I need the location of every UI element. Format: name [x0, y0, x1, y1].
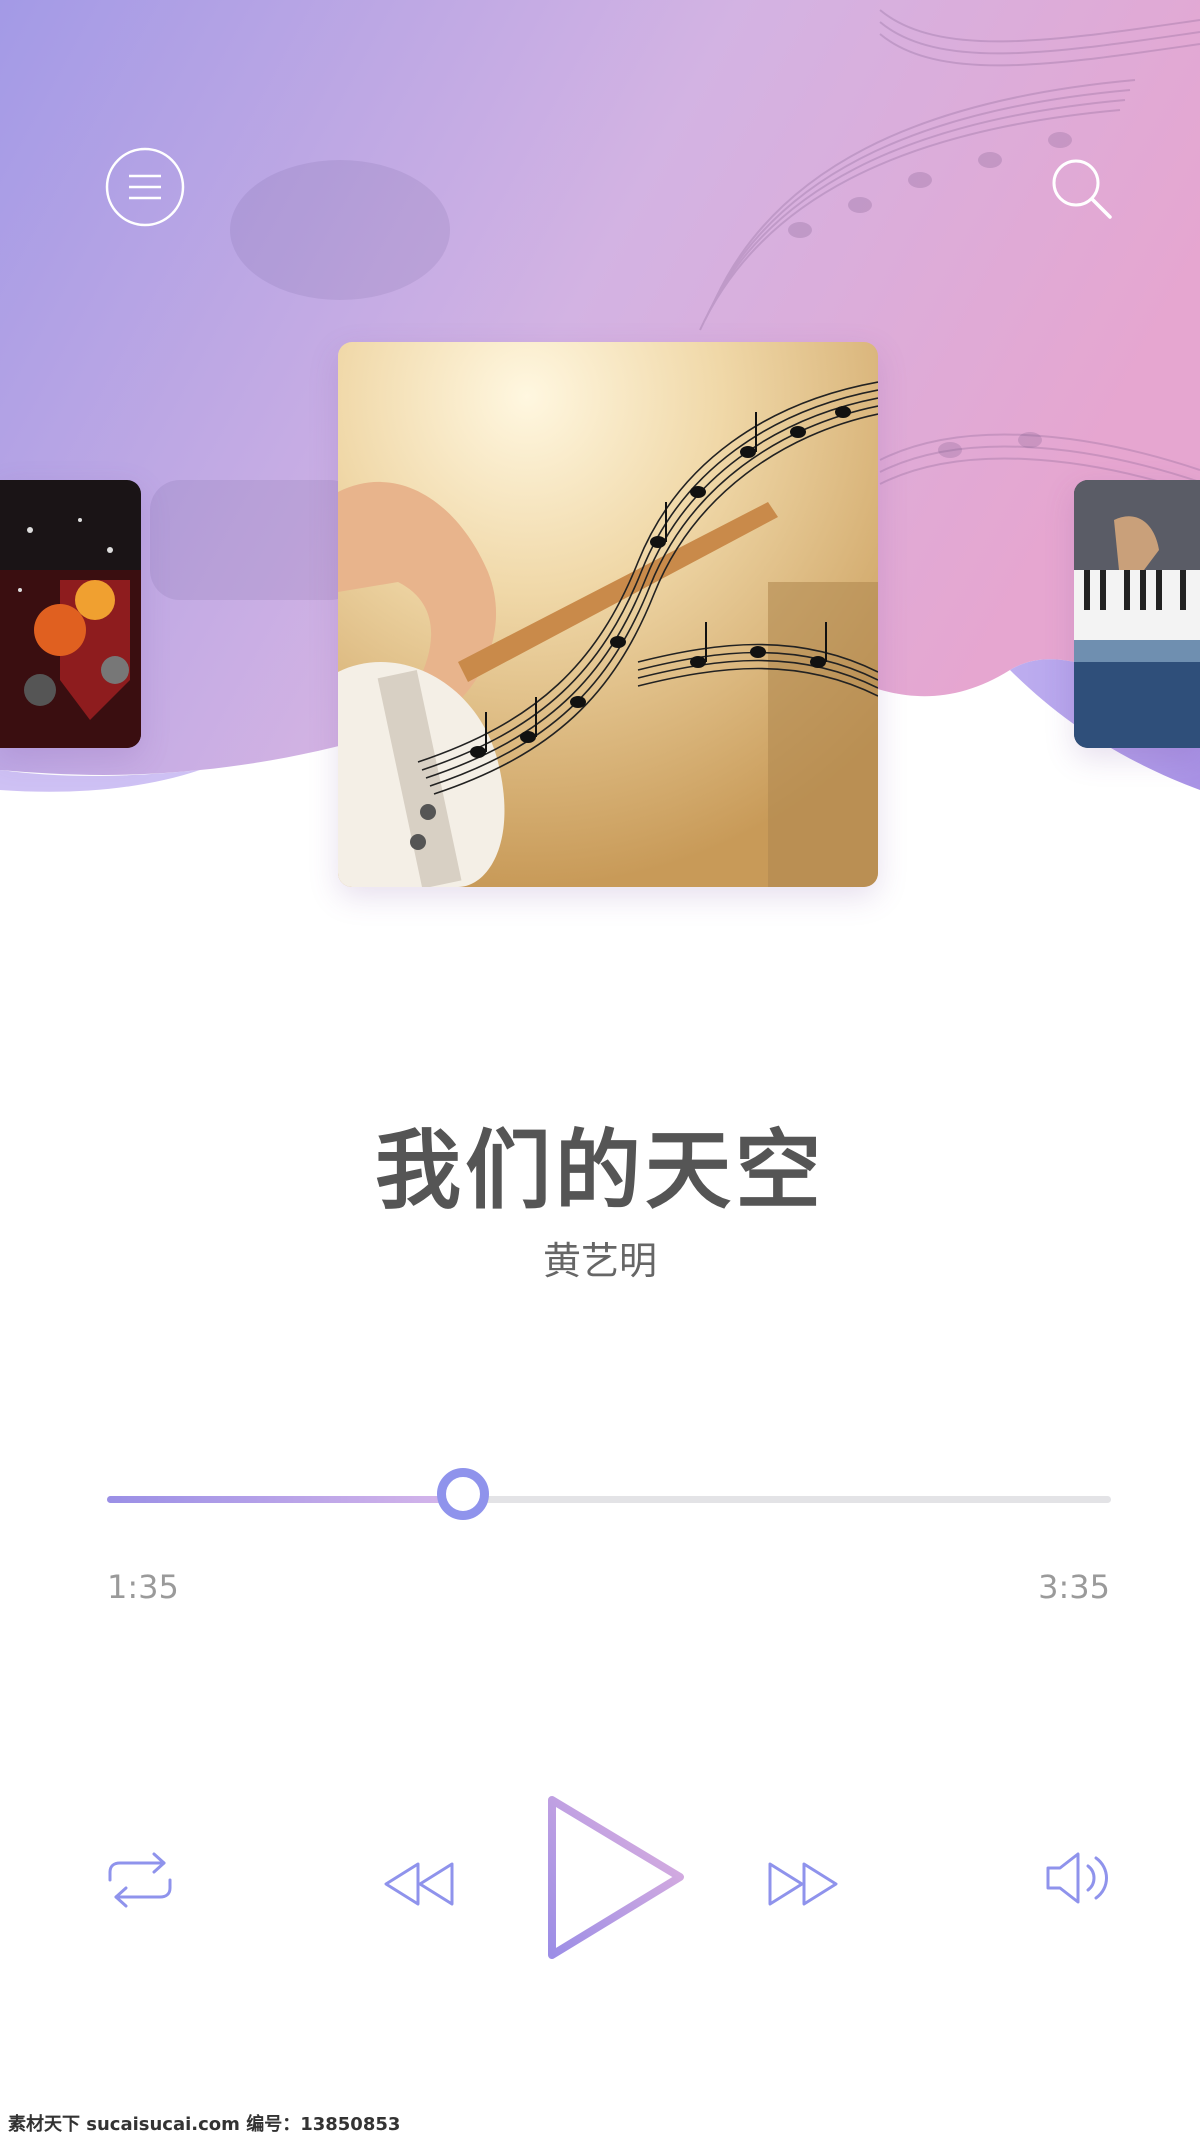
- play-icon: [548, 1796, 684, 1959]
- menu-icon: [105, 147, 185, 227]
- artist-name: 黄艺明: [542, 1239, 657, 1283]
- rewind-icon: [384, 1862, 454, 1906]
- current-time: 1:35: [107, 1568, 179, 1606]
- volume-icon: [1046, 1852, 1108, 1904]
- album-cover-previous[interactable]: [0, 480, 141, 748]
- total-time: 3:35: [1038, 1568, 1110, 1606]
- repeat-icon: [108, 1852, 172, 1908]
- keyboard-image: [1074, 480, 1200, 748]
- album-cover-next[interactable]: [1074, 480, 1200, 748]
- volume-button[interactable]: [1044, 1848, 1112, 1908]
- song-title: 我们的天空: [375, 1121, 825, 1221]
- play-button[interactable]: [540, 1790, 690, 1965]
- previous-button[interactable]: [380, 1858, 458, 1910]
- progress-knob[interactable]: [437, 1468, 490, 1520]
- progress-bar[interactable]: [107, 1468, 1111, 1520]
- next-button[interactable]: [764, 1858, 842, 1910]
- drum-kit-image: [0, 480, 141, 748]
- progress-fill: [107, 1496, 464, 1503]
- watermark: 素材天下 sucaisucai.com 编号：13850853: [8, 2114, 401, 2135]
- search-button[interactable]: [1050, 157, 1114, 221]
- repeat-button[interactable]: [104, 1850, 176, 1910]
- guitar-music-notes-image: [338, 342, 878, 887]
- menu-button[interactable]: [105, 147, 185, 227]
- album-cover-current[interactable]: [338, 342, 878, 887]
- fast-forward-icon: [768, 1862, 838, 1906]
- search-icon: [1052, 159, 1112, 219]
